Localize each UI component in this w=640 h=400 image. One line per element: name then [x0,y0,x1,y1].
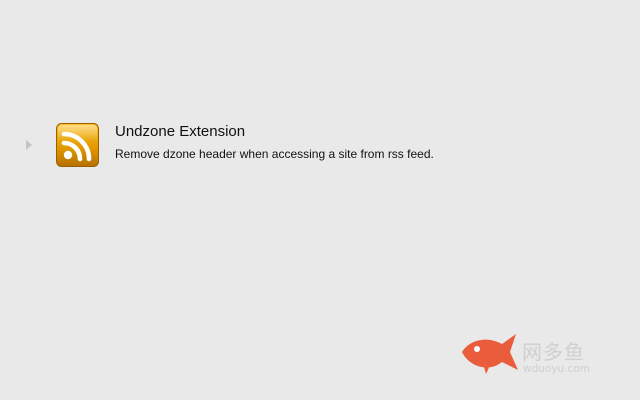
extension-description: Remove dzone header when accessing a sit… [115,147,434,161]
watermark-url: wduoyu.com [523,363,590,375]
fish-icon [462,334,518,374]
expand-arrow-icon[interactable] [25,139,33,151]
watermark-brand: 网多鱼 [522,340,585,364]
watermark: 网多鱼 wduoyu.com [460,330,610,380]
extension-title: Undzone Extension [115,123,246,140]
rss-feed-icon [56,123,99,167]
